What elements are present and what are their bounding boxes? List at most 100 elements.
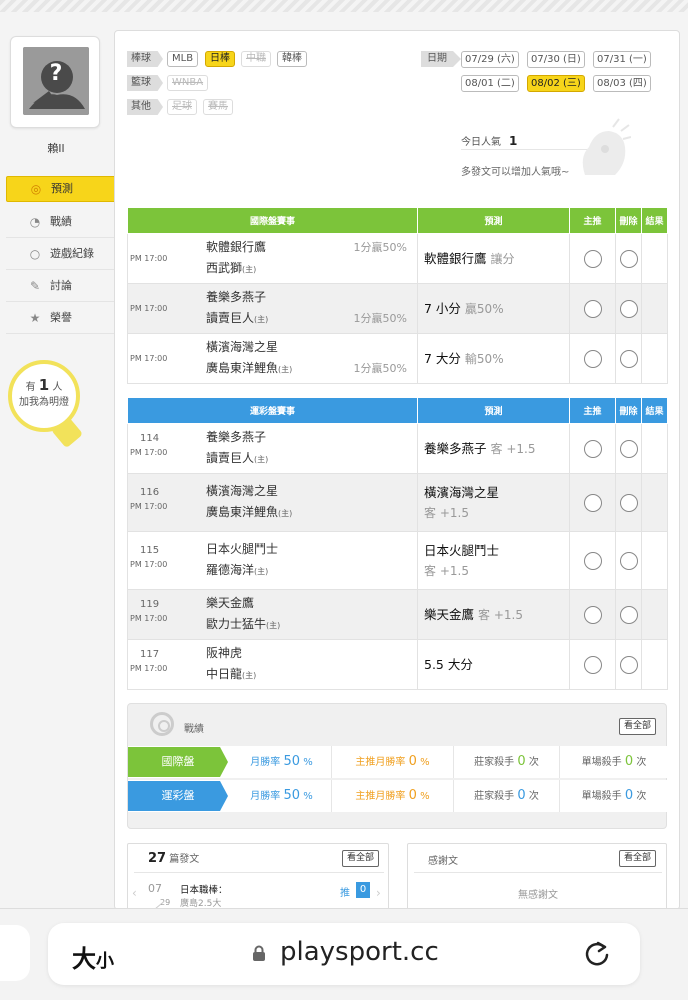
match-cell: 117 PM 17:00 阪神虎 中日龍(主)	[127, 639, 418, 690]
sidebar-item-label: 戰績	[50, 215, 72, 228]
result-cell	[641, 283, 668, 334]
away-team: 軟體銀行鷹	[206, 240, 267, 254]
home-mark: (主)	[254, 315, 269, 324]
table-row: 117 PM 17:00 阪神虎 中日龍(主) 5.5 大分	[127, 639, 668, 690]
thanks-view-all-button[interactable]: 看全部	[618, 850, 656, 867]
tag-soccer: 足球	[167, 99, 197, 115]
delete-radio[interactable]	[619, 299, 638, 318]
posts-view-all-button[interactable]: 看全部	[342, 850, 380, 867]
prediction-cell: 樂天金鷹 客 +1.5	[417, 589, 570, 640]
delete-radio[interactable]	[619, 551, 638, 570]
sidebar-item-discuss[interactable]: ✎ 討論	[6, 270, 116, 302]
username: 賴ll	[47, 142, 65, 155]
prev-arrow-icon[interactable]: ‹	[132, 886, 137, 900]
delete-radio[interactable]	[619, 605, 638, 624]
lock-icon	[253, 945, 265, 961]
tag-mlb[interactable]: MLB	[167, 51, 199, 67]
col-header: 主推	[569, 207, 616, 234]
match-number-time: 115 PM 17:00	[128, 544, 178, 572]
stat-value: 0	[408, 788, 417, 803]
filter-row-baseball: 棒球 MLB 日棒 中職 韓棒	[127, 49, 407, 73]
match-number: 119	[140, 599, 160, 610]
stat-label: 月勝率	[250, 757, 281, 768]
next-arrow-icon[interactable]: ›	[376, 886, 381, 900]
bulb-prefix: 有	[25, 382, 36, 393]
col-header: 預測	[417, 207, 570, 234]
post-title[interactable]: 日本職棒：	[180, 882, 228, 896]
push-label: 推	[340, 888, 350, 899]
tag-kbo[interactable]: 韓棒	[277, 51, 307, 67]
match-teams: 阪神虎 中日龍(主)	[200, 643, 256, 686]
delete-radio[interactable]	[619, 655, 638, 674]
record-panel: 戰績 看全部 國際盤 月勝率 50 % 主推月勝率 0 % 莊家殺手 0 次 單…	[127, 703, 668, 829]
away-team: 樂天金鷹	[206, 596, 255, 610]
delete-radio[interactable]	[619, 249, 638, 268]
main-pick-radio[interactable]	[583, 551, 602, 570]
match-number: 117	[140, 649, 160, 660]
home-mark: (主)	[254, 567, 269, 576]
tag-npb[interactable]: 日棒	[205, 51, 235, 67]
sidebar-item-label: 討論	[50, 279, 72, 292]
sidebar-item-predict[interactable]: ◎ 預測	[6, 176, 127, 202]
home-team: 讀賣巨人	[206, 311, 255, 325]
main-pick-radio[interactable]	[583, 605, 602, 624]
match-time: PM 17:00	[130, 614, 168, 623]
popularity-value: 1	[509, 134, 518, 148]
match-teams: 樂天金鷹 歐力士猛牛(主)	[200, 593, 280, 636]
target-icon	[150, 712, 174, 736]
delete-radio[interactable]	[619, 439, 638, 458]
reload-icon[interactable]	[582, 939, 612, 969]
match-cell: PM 17:00 橫濱海灣之星 廣島東洋鯉魚(主) 1分贏50%	[127, 333, 418, 384]
sidebar-item-game-log[interactable]: ○ 遊戲紀錄	[6, 238, 116, 270]
main-pick-radio[interactable]	[583, 249, 602, 268]
date-0730[interactable]: 07/30 (日)	[527, 51, 585, 68]
sport-filters: 棒球 MLB 日棒 中職 韓棒 籃球 WNBA 其他 足球 賽馬	[127, 49, 407, 121]
filter-row-basketball: 籃球 WNBA	[127, 73, 407, 97]
prediction-main: 軟體銀行鷹	[424, 250, 487, 266]
prediction-cell: 5.5 大分	[417, 639, 570, 690]
address-bar[interactable]: 大小 playsport.cc	[48, 923, 640, 985]
date-0803[interactable]: 08/03 (四)	[593, 75, 651, 92]
col-header: 刪除	[615, 397, 642, 424]
sidebar-item-record[interactable]: ◔ 戰績	[6, 206, 116, 238]
date-0801[interactable]: 08/01 (二)	[461, 75, 519, 92]
popularity: 今日人氣 1	[461, 133, 517, 148]
handicap: 1分贏50%	[353, 241, 407, 254]
tab-preview[interactable]	[0, 925, 30, 981]
away-team: 橫濱海灣之星	[206, 340, 279, 354]
delete-radio[interactable]	[619, 493, 638, 512]
main-pick-radio[interactable]	[583, 349, 602, 368]
date-0802[interactable]: 08/02 (三)	[527, 75, 585, 92]
stat-value: 0	[624, 788, 634, 803]
stat-value: 0	[517, 788, 526, 803]
stat-unit: 次	[528, 791, 539, 802]
prediction-sub: 贏50%	[464, 301, 504, 316]
main-pick-radio[interactable]	[583, 439, 602, 458]
sidebar-item-honor[interactable]: ★ 榮譽	[6, 302, 116, 334]
popularity-label: 今日人氣	[461, 137, 501, 148]
banker-killer: 莊家殺手 0 次	[454, 780, 560, 812]
stat-value: 50	[283, 788, 301, 803]
table-row: PM 17:00 養樂多燕子 讀賣巨人(主) 1分贏50% 7 小分 贏50%	[127, 283, 668, 334]
stat-label: 主推月勝率	[355, 757, 406, 768]
match-teams: 日本火腿鬥士 羅德海洋(主)	[200, 539, 278, 582]
avatar[interactable]: ?	[10, 36, 100, 128]
match-time: PM 17:00	[130, 304, 168, 313]
result-cell	[641, 233, 668, 284]
month-win-rate: 月勝率 50 %	[232, 780, 332, 812]
main-pick-radio[interactable]	[583, 299, 602, 318]
main-pick-radio[interactable]	[583, 655, 602, 674]
delete-radio[interactable]	[619, 349, 638, 368]
divider	[134, 872, 384, 873]
stat-unit: %	[420, 791, 430, 802]
follow-bulb[interactable]: 有 1 人 加我為明燈	[8, 360, 80, 432]
home-mark: (主)	[242, 671, 257, 680]
date-0731[interactable]: 07/31 (一)	[593, 51, 651, 68]
match-number: 114	[140, 433, 160, 444]
main-pick-radio[interactable]	[583, 493, 602, 512]
date-0729[interactable]: 07/29 (六)	[461, 51, 519, 68]
match-teams: 橫濱海灣之星 廣島東洋鯉魚(主)	[200, 337, 292, 380]
result-cell	[641, 589, 668, 640]
text-size-button[interactable]: 大小	[72, 939, 114, 974]
record-view-all-button[interactable]: 看全部	[618, 718, 656, 735]
